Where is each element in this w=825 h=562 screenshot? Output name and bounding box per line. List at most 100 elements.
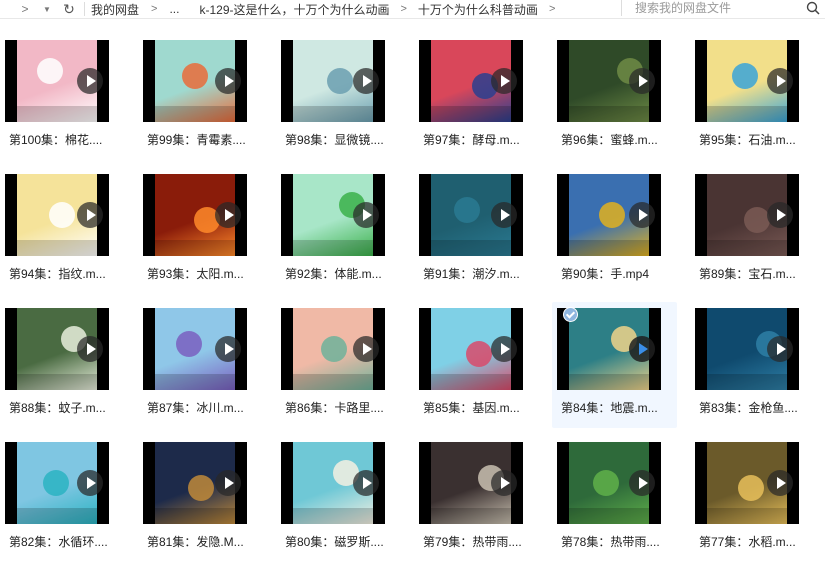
file-item[interactable]: 第92集：体能.m... [276, 174, 401, 294]
video-thumbnail[interactable] [143, 442, 247, 524]
video-thumbnail[interactable] [419, 308, 523, 390]
play-icon[interactable] [767, 68, 793, 94]
file-item[interactable]: 第96集：蜜蜂.m... [552, 40, 677, 160]
file-item[interactable]: 第86集：卡路里.... [276, 308, 401, 428]
video-thumbnail[interactable] [281, 174, 385, 256]
file-item[interactable]: 第88集：蚊子.m... [0, 308, 125, 428]
play-icon[interactable] [629, 470, 655, 496]
file-item[interactable]: 第99集：青霉素.... [138, 40, 263, 160]
video-thumbnail[interactable] [695, 174, 799, 256]
play-icon[interactable] [767, 336, 793, 362]
file-item[interactable]: 第84集：地震.m... [552, 302, 677, 428]
play-icon[interactable] [215, 336, 241, 362]
video-thumbnail[interactable] [419, 174, 523, 256]
selected-check-icon[interactable] [563, 307, 578, 322]
file-item[interactable]: 第82集：水循环.... [0, 442, 125, 562]
video-thumbnail[interactable] [695, 40, 799, 122]
file-name[interactable]: 第85集：基因.m... [423, 399, 535, 416]
video-thumbnail[interactable] [5, 174, 109, 256]
video-thumbnail[interactable] [143, 308, 247, 390]
video-thumbnail[interactable] [695, 308, 799, 390]
file-item[interactable]: 第79集：热带雨.... [414, 442, 539, 562]
file-name[interactable]: 第81集：发隐.M... [147, 533, 259, 550]
file-item[interactable]: 第100集：棉花.... [0, 40, 125, 160]
file-name[interactable]: 第88集：蚊子.m... [9, 399, 121, 416]
file-name[interactable]: 第89集：宝石.m... [699, 265, 811, 282]
file-item[interactable]: 第93集：太阳.m... [138, 174, 263, 294]
thumbnail-ground [17, 106, 97, 122]
video-thumbnail[interactable] [5, 442, 109, 524]
play-icon[interactable] [491, 202, 517, 228]
play-icon[interactable] [353, 336, 379, 362]
file-item[interactable]: 第77集：水稻.m... [690, 442, 815, 562]
file-name[interactable]: 第87集：冰川.m... [147, 399, 259, 416]
play-icon[interactable] [491, 336, 517, 362]
file-item[interactable]: 第81集：发隐.M... [138, 442, 263, 562]
file-name[interactable]: 第99集：青霉素.... [147, 131, 259, 148]
file-name[interactable]: 第84集：地震.m... [561, 399, 673, 416]
file-name[interactable]: 第79集：热带雨.... [423, 533, 535, 550]
video-thumbnail[interactable] [419, 442, 523, 524]
file-name[interactable]: 第94集：指纹.m... [9, 265, 121, 282]
file-name[interactable]: 第100集：棉花.... [9, 131, 121, 148]
video-thumbnail[interactable] [281, 442, 385, 524]
play-icon[interactable] [491, 470, 517, 496]
file-item[interactable]: 第98集：显微镜.... [276, 40, 401, 160]
file-item[interactable]: 第91集：潮汐.m... [414, 174, 539, 294]
file-item[interactable]: 第97集：酵母.m... [414, 40, 539, 160]
video-thumbnail[interactable] [557, 442, 661, 524]
file-name[interactable]: 第80集：磁罗斯.... [285, 533, 397, 550]
file-name[interactable]: 第93集：太阳.m... [147, 265, 259, 282]
play-icon[interactable] [353, 202, 379, 228]
file-name[interactable]: 第96集：蜜蜂.m... [561, 131, 673, 148]
video-thumbnail[interactable] [143, 40, 247, 122]
file-name[interactable]: 第95集：石油.m... [699, 131, 811, 148]
video-thumbnail[interactable] [557, 174, 661, 256]
file-item[interactable]: 第83集：金枪鱼.... [690, 308, 815, 428]
file-item[interactable]: 第78集：热带雨.... [552, 442, 677, 562]
video-thumbnail[interactable] [557, 40, 661, 122]
file-item[interactable]: 第94集：指纹.m... [0, 174, 125, 294]
file-item[interactable]: 第90集：手.mp4 [552, 174, 677, 294]
file-item[interactable]: 第89集：宝石.m... [690, 174, 815, 294]
play-icon[interactable] [353, 470, 379, 496]
video-thumbnail[interactable] [281, 40, 385, 122]
play-icon[interactable] [629, 336, 655, 362]
video-thumbnail[interactable] [5, 40, 109, 122]
file-name[interactable]: 第90集：手.mp4 [561, 265, 673, 282]
file-item[interactable]: 第95集：石油.m... [690, 40, 815, 160]
play-icon[interactable] [77, 336, 103, 362]
play-icon[interactable] [77, 202, 103, 228]
thumbnail-figure [321, 336, 347, 362]
play-icon[interactable] [77, 68, 103, 94]
file-name[interactable]: 第92集：体能.m... [285, 265, 397, 282]
play-icon[interactable] [215, 470, 241, 496]
play-icon[interactable] [629, 202, 655, 228]
video-thumbnail[interactable] [143, 174, 247, 256]
file-name[interactable]: 第86集：卡路里.... [285, 399, 397, 416]
play-icon[interactable] [77, 470, 103, 496]
file-name[interactable]: 第78集：热带雨.... [561, 533, 673, 550]
video-thumbnail[interactable] [419, 40, 523, 122]
play-icon[interactable] [767, 202, 793, 228]
thumbnail-figure [176, 331, 202, 357]
thumbnail-ground [293, 240, 373, 256]
play-icon[interactable] [767, 470, 793, 496]
play-icon[interactable] [629, 68, 655, 94]
file-name[interactable]: 第91集：潮汐.m... [423, 265, 535, 282]
file-name[interactable]: 第82集：水循环.... [9, 533, 121, 550]
play-icon[interactable] [215, 202, 241, 228]
file-item[interactable]: 第85集：基因.m... [414, 308, 539, 428]
file-name[interactable]: 第77集：水稻.m... [699, 533, 811, 550]
play-icon[interactable] [353, 68, 379, 94]
video-thumbnail[interactable] [5, 308, 109, 390]
video-thumbnail[interactable] [695, 442, 799, 524]
play-icon[interactable] [491, 68, 517, 94]
file-name[interactable]: 第83集：金枪鱼.... [699, 399, 811, 416]
play-icon[interactable] [215, 68, 241, 94]
file-name[interactable]: 第97集：酵母.m... [423, 131, 535, 148]
file-item[interactable]: 第80集：磁罗斯.... [276, 442, 401, 562]
video-thumbnail[interactable] [281, 308, 385, 390]
file-name[interactable]: 第98集：显微镜.... [285, 131, 397, 148]
file-item[interactable]: 第87集：冰川.m... [138, 308, 263, 428]
